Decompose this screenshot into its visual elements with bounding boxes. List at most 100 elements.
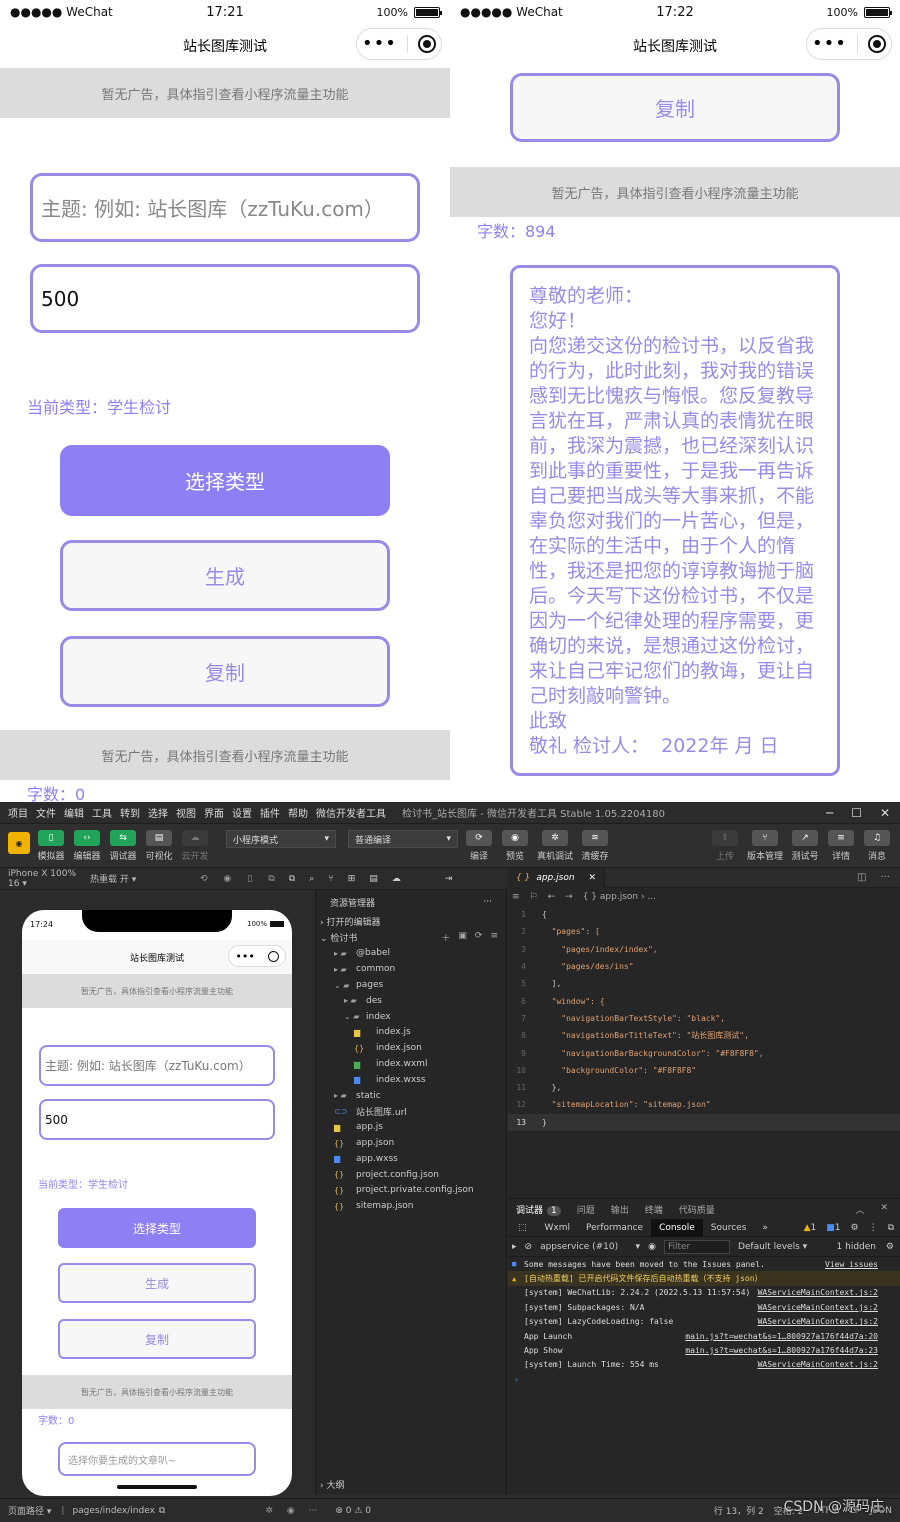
- clear-cache-button[interactable]: ≋ 清缓存: [580, 830, 610, 862]
- topic-input[interactable]: 主题: 例如: 站长图库（zzTuKu.com）: [30, 173, 420, 242]
- more-icon[interactable]: •••: [362, 35, 397, 53]
- outline-section[interactable]: › 大纲: [320, 1476, 344, 1492]
- inspect-icon[interactable]: ⬚: [508, 1223, 537, 1233]
- source-link[interactable]: WAServiceMainContext.js:2: [758, 1360, 878, 1369]
- debugger-toggle[interactable]: ⇆ 调试器: [108, 830, 138, 862]
- git-icon[interactable]: ⑂: [328, 874, 333, 884]
- forward-icon[interactable]: →: [565, 892, 573, 902]
- more-icon[interactable]: •••: [235, 950, 254, 963]
- source-link[interactable]: main.js?t=wechat&s=1…800927a176f44d7a:23: [685, 1346, 878, 1355]
- menu-item[interactable]: 选择: [148, 805, 168, 820]
- source-link[interactable]: WAServiceMainContext.js:2: [758, 1317, 878, 1326]
- minimize-icon[interactable]: ─: [826, 806, 833, 820]
- tree-item[interactable]: ⊂⊃ 站长图库.url: [316, 1104, 506, 1120]
- tree-item[interactable]: ▸ ▰ common: [316, 961, 506, 977]
- source-link[interactable]: View issues: [825, 1260, 878, 1269]
- split-icon[interactable]: ⇥: [445, 874, 453, 884]
- menu-item[interactable]: 编辑: [64, 805, 84, 820]
- test-account-button[interactable]: ↗ 测试号: [790, 830, 820, 862]
- maximize-icon[interactable]: ☐: [851, 806, 862, 820]
- tree-item[interactable]: ▆ index.wxss: [316, 1072, 506, 1088]
- devtools-tab[interactable]: »: [754, 1219, 776, 1237]
- menu-item[interactable]: 设置: [232, 805, 252, 820]
- sim-capsule[interactable]: •••: [228, 945, 286, 967]
- menu-item[interactable]: 转到: [120, 805, 140, 820]
- preview-button[interactable]: ◉ 预览: [500, 830, 530, 862]
- close-miniprogram-icon[interactable]: [867, 35, 886, 53]
- sim-generate-button[interactable]: 生成: [58, 1263, 256, 1303]
- tree-item[interactable]: ▸ ▰ static: [316, 1088, 506, 1104]
- generate-button[interactable]: 生成: [60, 540, 390, 611]
- visual-toggle[interactable]: ▤ 可视化: [144, 830, 174, 862]
- tree-item[interactable]: ⌄ ▰ pages: [316, 977, 506, 993]
- sim-article-textarea[interactable]: 选择你要生成的文章叭~: [58, 1442, 256, 1476]
- tree-item[interactable]: ▆ app.js: [316, 1119, 506, 1135]
- search-icon[interactable]: ⌕: [309, 874, 314, 884]
- gear-icon[interactable]: ⚙: [886, 1242, 894, 1252]
- sim-copy-button[interactable]: 复制: [58, 1319, 256, 1359]
- sim-topic-input[interactable]: 主题: 例如: 站长图库（zzTuKu.com）: [39, 1045, 275, 1086]
- source-link[interactable]: main.js?t=wechat&s=1…800927a176f44d7a:20: [685, 1332, 878, 1341]
- list-icon[interactable]: ≡: [512, 892, 520, 902]
- storage-icon[interactable]: ▤: [369, 874, 378, 884]
- tree-item[interactable]: {} sitemap.json: [316, 1198, 506, 1214]
- simulator-toggle[interactable]: ▯ 模拟器: [36, 830, 66, 862]
- menu-item[interactable]: 文件: [36, 805, 56, 820]
- refresh-icon[interactable]: ⟳: [475, 931, 483, 944]
- capsule-menu[interactable]: •••: [806, 28, 892, 60]
- menu-item[interactable]: 微信开发者工具: [316, 805, 386, 820]
- new-file-icon[interactable]: ＋: [441, 931, 450, 944]
- collapse-icon[interactable]: ≡: [490, 931, 498, 944]
- gear-icon[interactable]: ⚙: [850, 1223, 858, 1233]
- select-type-button[interactable]: 选择类型: [60, 445, 390, 516]
- source-link[interactable]: WAServiceMainContext.js:2: [758, 1288, 878, 1297]
- details-button[interactable]: ≡ 详情: [826, 830, 856, 862]
- compile-button[interactable]: ⟳ 编译: [464, 830, 494, 862]
- source-link[interactable]: WAServiceMainContext.js:2: [758, 1303, 878, 1312]
- sidebar-icon[interactable]: ▸: [512, 1242, 517, 1252]
- tree-item[interactable]: ⌄ ▰ index: [316, 1009, 506, 1025]
- close-panel-icon[interactable]: ✕: [880, 1203, 888, 1216]
- upload-button[interactable]: ⇪ 上传: [710, 830, 740, 862]
- split-editor-icon[interactable]: ◫: [857, 872, 866, 883]
- panel-tab[interactable]: 代码质量: [671, 1203, 723, 1216]
- hot-reload-toggle[interactable]: 热重载 开 ▾: [90, 872, 200, 885]
- tree-item[interactable]: ▸ ▰ @babel: [316, 946, 506, 962]
- sim-count-input[interactable]: 500: [39, 1099, 275, 1140]
- clear-icon[interactable]: ⊘: [525, 1242, 533, 1252]
- files-icon[interactable]: ⧉: [289, 874, 295, 884]
- sim-select-type-button[interactable]: 选择类型: [58, 1208, 256, 1248]
- problems-count[interactable]: ⊗ 0 ⚠ 0: [335, 1506, 371, 1516]
- more-icon[interactable]: ···: [309, 1506, 318, 1516]
- extensions-icon[interactable]: ⊞: [348, 874, 356, 884]
- bug-icon[interactable]: ✲: [265, 1506, 273, 1516]
- remote-debug-button[interactable]: ✲ 真机调试: [536, 830, 574, 862]
- cloud-toggle[interactable]: ☁ 云开发: [180, 830, 210, 862]
- record-icon[interactable]: ◉: [224, 874, 232, 884]
- tree-item[interactable]: ▸ ▰ des: [316, 993, 506, 1009]
- copy-button[interactable]: 复制: [510, 73, 840, 142]
- console-prompt[interactable]: ›: [508, 1372, 900, 1386]
- menu-item[interactable]: 插件: [260, 805, 280, 820]
- back-icon[interactable]: ←: [548, 892, 556, 902]
- project-root[interactable]: ⌄ 检讨书 ＋ ▣ ⟳ ≡: [316, 930, 506, 946]
- more-icon[interactable]: ···: [483, 897, 492, 907]
- mode-select[interactable]: 小程序模式 ▾: [226, 830, 336, 848]
- device-select[interactable]: iPhone X 100% 16 ▾: [0, 869, 90, 889]
- messages-button[interactable]: ♫ 消息: [862, 830, 892, 862]
- devtools-tab[interactable]: Performance: [578, 1219, 651, 1237]
- menu-item[interactable]: 界面: [204, 805, 224, 820]
- filter-input[interactable]: Filter: [663, 1239, 730, 1254]
- menu-item[interactable]: 视图: [176, 805, 196, 820]
- devtools-tab[interactable]: Console: [651, 1218, 703, 1237]
- copy-icon[interactable]: ⧉: [159, 1506, 165, 1516]
- tree-item[interactable]: {} project.private.config.json: [316, 1183, 506, 1199]
- page-path-label[interactable]: 页面路径 ▾: [8, 1504, 51, 1517]
- menu-item[interactable]: 帮助: [288, 805, 308, 820]
- more-icon[interactable]: ···: [880, 872, 890, 883]
- rotate-icon[interactable]: ⟲: [200, 874, 208, 884]
- article-textarea[interactable]: 尊敬的老师： 您好！ 向您递交这份的检讨书，以反省我的行为，此时此刻，我对我的错…: [510, 265, 840, 776]
- context-select[interactable]: appservice (#10) ▾: [540, 1242, 640, 1252]
- panel-tab[interactable]: 问题: [569, 1203, 603, 1216]
- levels-select[interactable]: Default levels ▾: [738, 1242, 807, 1252]
